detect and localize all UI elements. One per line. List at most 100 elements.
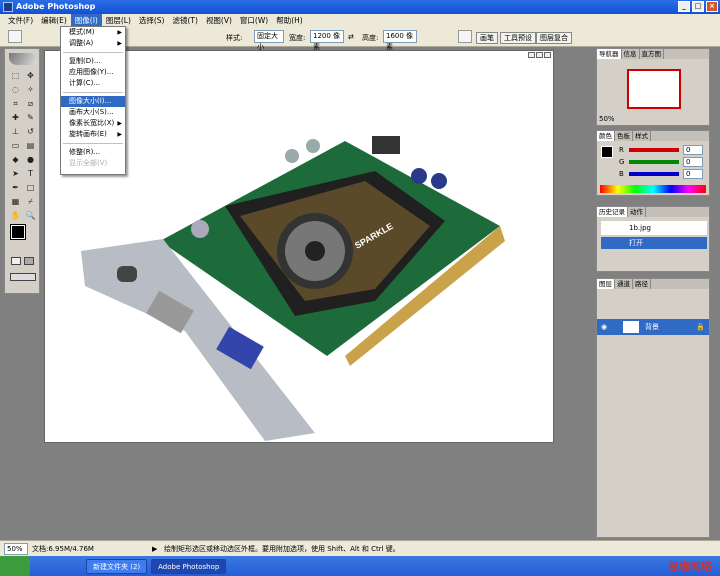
healing-brush-icon[interactable]: ✚ bbox=[8, 111, 23, 125]
layers-panel: 图层 通道 路径 ◉ 背景 🔒 bbox=[596, 278, 710, 538]
history-brush-icon[interactable]: ↺ bbox=[23, 125, 38, 139]
channel-slider[interactable] bbox=[629, 148, 679, 152]
tab-brushes[interactable]: 画笔 bbox=[476, 32, 498, 44]
image-menu-item-label: 复制(D)... bbox=[69, 57, 101, 65]
magic-wand-icon[interactable]: ✧ bbox=[23, 83, 38, 97]
image-menu-item[interactable]: 应用图像(Y)... bbox=[61, 67, 125, 78]
history-snapshot[interactable]: 1b.jpg bbox=[601, 221, 707, 235]
color-fg-swatch[interactable] bbox=[601, 146, 613, 158]
image-menu-item-label: 应用图像(Y)... bbox=[69, 68, 114, 76]
tab-histogram[interactable]: 直方图 bbox=[640, 49, 664, 59]
tab-styles[interactable]: 样式 bbox=[633, 131, 651, 141]
menu-help[interactable]: 帮助(H) bbox=[272, 14, 307, 27]
status-zoom[interactable]: 50% bbox=[4, 543, 28, 555]
hand-tool-icon[interactable]: ✋ bbox=[8, 209, 23, 223]
channel-value[interactable]: 0 bbox=[683, 169, 703, 179]
move-tool-icon[interactable]: ✥ bbox=[23, 69, 38, 83]
clone-stamp-icon[interactable]: ⊥ bbox=[8, 125, 23, 139]
tab-tool-presets[interactable]: 工具预设 bbox=[500, 32, 536, 44]
lock-icon: 🔒 bbox=[696, 323, 705, 331]
menu-window[interactable]: 窗口(W) bbox=[236, 14, 272, 27]
image-menu-item-label: 画布大小(S)... bbox=[69, 108, 114, 116]
image-menu-item[interactable]: 调整(A) ▶ bbox=[61, 38, 125, 49]
task-folder[interactable]: 新建文件夹 (2) bbox=[86, 558, 148, 574]
task-photoshop[interactable]: Adobe Photoshop bbox=[151, 558, 227, 574]
menu-select[interactable]: 选择(S) bbox=[135, 14, 169, 27]
image-menu-item[interactable]: 复制(D)... bbox=[61, 56, 125, 67]
minimize-button[interactable]: _ bbox=[678, 1, 690, 12]
channel-value[interactable]: 0 bbox=[683, 157, 703, 167]
notes-tool-icon[interactable]: ▦ bbox=[8, 195, 23, 209]
window-titlebar: Adobe Photoshop _ □ × bbox=[0, 0, 720, 14]
channel-slider[interactable] bbox=[629, 172, 679, 176]
tab-layers[interactable]: 图层 bbox=[597, 279, 615, 289]
image-menu-item[interactable]: 修整(R)... bbox=[61, 147, 125, 158]
color-panel: 颜色 色板 样式 R0G0B0 bbox=[596, 130, 710, 196]
channel-slider[interactable] bbox=[629, 160, 679, 164]
marquee-preset-icon[interactable] bbox=[8, 30, 22, 43]
eraser-tool-icon[interactable]: ▭ bbox=[8, 139, 23, 153]
width-input[interactable]: 1200 像素 bbox=[310, 30, 344, 51]
eye-icon[interactable]: ◉ bbox=[601, 319, 607, 335]
menu-filter[interactable]: 滤镜(T) bbox=[169, 14, 202, 27]
crop-tool-icon[interactable]: ⌗ bbox=[8, 97, 23, 111]
channel-value[interactable]: 0 bbox=[683, 145, 703, 155]
menu-view[interactable]: 视图(V) bbox=[202, 14, 236, 27]
tab-paths[interactable]: 路径 bbox=[633, 279, 651, 289]
tab-history[interactable]: 历史记录 bbox=[597, 207, 628, 217]
status-play-icon[interactable]: ▶ bbox=[152, 541, 157, 557]
blur-tool-icon[interactable]: ◆ bbox=[8, 153, 23, 167]
zoom-tool-icon[interactable]: 🔍 bbox=[23, 209, 38, 223]
image-menu-item[interactable]: 旋转画布(E) ▶ bbox=[61, 129, 125, 140]
brush-tool-icon[interactable]: ✎ bbox=[23, 111, 38, 125]
tab-info[interactable]: 信息 bbox=[622, 49, 640, 59]
channel-name: R bbox=[619, 146, 624, 154]
quick-mask-on-icon[interactable] bbox=[24, 257, 34, 265]
color-spectrum-bar[interactable] bbox=[600, 185, 706, 193]
navigator-zoom[interactable]: 50% bbox=[599, 115, 615, 123]
submenu-arrow-icon: ▶ bbox=[117, 29, 122, 36]
image-menu-item[interactable]: 模式(M) ▶ bbox=[61, 27, 125, 38]
menu-file[interactable]: 文件(F) bbox=[4, 14, 37, 27]
style-select[interactable]: 固定大小 bbox=[254, 30, 284, 51]
tab-color[interactable]: 颜色 bbox=[597, 131, 615, 141]
start-button[interactable] bbox=[0, 556, 30, 576]
channel-name: B bbox=[619, 170, 624, 178]
tab-channels[interactable]: 通道 bbox=[615, 279, 633, 289]
type-tool-icon[interactable]: T bbox=[23, 167, 38, 181]
taskbar: 新建文件夹 (2) Adobe Photoshop 思缘网络 bbox=[0, 556, 720, 576]
history-snapshot-label: 1b.jpg bbox=[629, 224, 651, 232]
menu-separator bbox=[63, 143, 123, 144]
navigator-thumbnail[interactable] bbox=[627, 69, 681, 109]
watermark: 思缘网络 bbox=[668, 560, 712, 573]
eyedropper-icon[interactable]: ⌿ bbox=[23, 195, 38, 209]
shape-tool-icon[interactable]: □ bbox=[23, 181, 38, 195]
foreground-color-swatch[interactable] bbox=[10, 224, 26, 240]
marquee-tool-icon[interactable]: ⬚ bbox=[8, 69, 23, 83]
history-state-open[interactable]: 打开 bbox=[601, 237, 707, 249]
close-button[interactable]: × bbox=[706, 1, 718, 12]
screen-mode-icon[interactable] bbox=[10, 273, 36, 281]
pen-tool-icon[interactable]: ✒ bbox=[8, 181, 23, 195]
gradient-tool-icon[interactable]: ▤ bbox=[23, 139, 38, 153]
image-menu-item[interactable]: 图像大小(I)... bbox=[61, 96, 125, 107]
dodge-tool-icon[interactable]: ● bbox=[23, 153, 38, 167]
file-browser-icon[interactable] bbox=[458, 30, 472, 43]
lasso-tool-icon[interactable]: ◌ bbox=[8, 83, 23, 97]
height-input[interactable]: 1600 像素 bbox=[383, 30, 417, 51]
swap-icon[interactable]: ⇄ bbox=[348, 33, 354, 41]
quick-mask-icon[interactable] bbox=[11, 257, 21, 265]
image-menu-item[interactable]: 计算(C)... bbox=[61, 78, 125, 89]
slice-tool-icon[interactable]: ⧄ bbox=[23, 97, 38, 111]
image-menu-item[interactable]: 像素长宽比(X) ▶ bbox=[61, 118, 125, 129]
tab-swatches[interactable]: 色板 bbox=[615, 131, 633, 141]
layer-row-background[interactable]: ◉ 背景 🔒 bbox=[597, 319, 709, 335]
tab-layer-comps[interactable]: 图层复合 bbox=[536, 32, 572, 44]
submenu-arrow-icon: ▶ bbox=[117, 40, 122, 47]
tab-navigator[interactable]: 导航器 bbox=[597, 49, 622, 59]
maximize-button[interactable]: □ bbox=[692, 1, 704, 12]
path-select-icon[interactable]: ➤ bbox=[8, 167, 23, 181]
status-bar: 50% 文档:6.95M/4.76M ▶ 绘制矩形选区或移动选区外框。要用附加选… bbox=[0, 540, 720, 556]
image-menu-item[interactable]: 画布大小(S)... bbox=[61, 107, 125, 118]
tab-actions[interactable]: 动作 bbox=[628, 207, 646, 217]
